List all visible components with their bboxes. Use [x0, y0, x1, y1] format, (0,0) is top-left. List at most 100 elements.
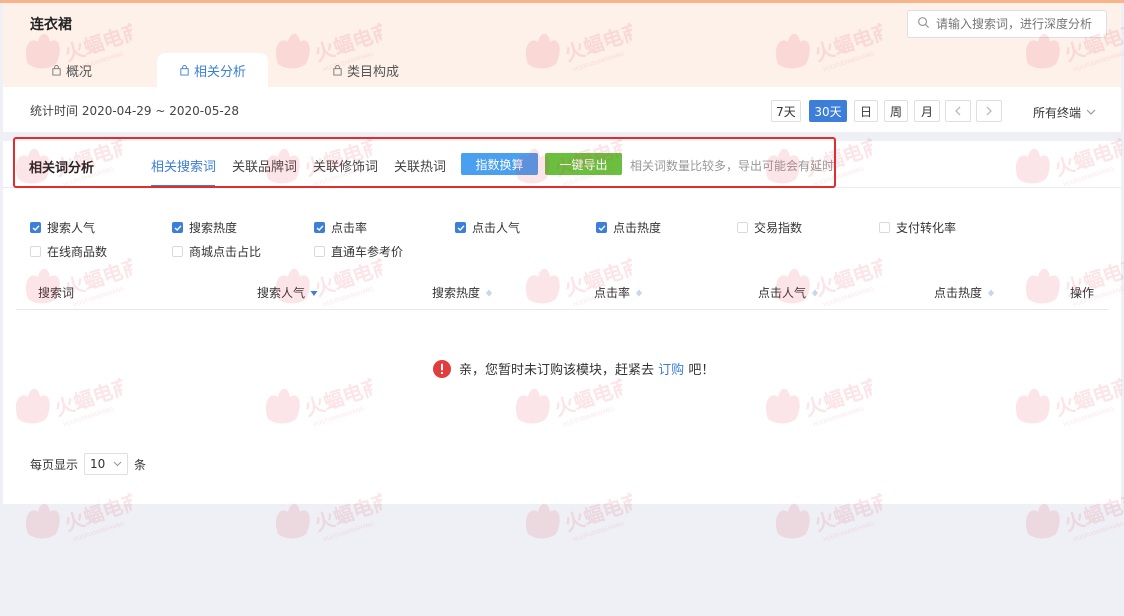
- metric-option[interactable]: 搜索热度: [172, 219, 237, 236]
- checkbox[interactable]: [737, 222, 748, 233]
- check-icon: [457, 224, 465, 231]
- next-period-button[interactable]: [976, 100, 1002, 122]
- empty-text-prefix: 亲，您暂时未订购该模块，赶紧去: [459, 363, 655, 378]
- sort-icon[interactable]: [485, 289, 493, 297]
- sort-icon[interactable]: [635, 289, 643, 297]
- metric-option[interactable]: 在线商品数: [30, 243, 107, 260]
- range-week-button[interactable]: 周: [884, 100, 908, 122]
- metric-label: 商城点击占比: [189, 245, 262, 259]
- column-label: 搜索人气: [257, 286, 306, 300]
- device-select-value: 所有终端: [1033, 106, 1082, 120]
- search-input[interactable]: [936, 14, 1104, 34]
- column-label: 点击人气: [758, 286, 807, 300]
- column-header-search-popularity[interactable]: 搜索人气: [257, 284, 318, 301]
- svg-text:HUOFUDIANSHANG: HUOFUDIANSHANG: [1073, 521, 1124, 543]
- column-label: 点击热度: [934, 286, 983, 300]
- page-size-unit: 条: [134, 457, 147, 472]
- metric-option[interactable]: 点击人气: [455, 219, 520, 236]
- page-size-label: 每页显示: [30, 457, 79, 472]
- metric-label: 交易指数: [754, 221, 803, 235]
- chevron-right-icon: [986, 106, 992, 116]
- checkbox[interactable]: [455, 222, 466, 233]
- checkbox[interactable]: [172, 246, 183, 257]
- index-convert-button[interactable]: 指数换算: [461, 153, 538, 175]
- page-size-select[interactable]: 10: [84, 453, 129, 475]
- search-box[interactable]: [907, 10, 1107, 38]
- active-subtab-underline: [151, 185, 215, 187]
- checkbox[interactable]: [314, 246, 325, 257]
- metric-option[interactable]: 支付转化率: [879, 219, 956, 236]
- metric-option[interactable]: 交易指数: [737, 219, 802, 236]
- metric-label: 在线商品数: [47, 245, 108, 259]
- bag-icon: [333, 64, 342, 76]
- page-header: 连衣裙 概况 相关分析 类目构成 统计时间 2020-04-29 ~ 2020-…: [3, 3, 1121, 132]
- metric-label: 支付转化率: [896, 221, 957, 235]
- tab-label: 相关分析: [194, 64, 247, 80]
- column-header-actions: 操作: [1070, 284, 1094, 301]
- page-size-value: 10: [90, 457, 106, 471]
- metric-option[interactable]: 商城点击占比: [172, 243, 261, 260]
- svg-text:HUOFUDIANSHANG: HUOFUDIANSHANG: [323, 521, 375, 543]
- column-label: 操作: [1070, 286, 1095, 300]
- metric-option[interactable]: 搜索人气: [30, 219, 95, 236]
- date-range-label: 统计时间 2020-04-29 ~ 2020-05-28: [30, 104, 239, 118]
- column-header-click-rate[interactable]: 点击率: [594, 284, 643, 301]
- metric-option[interactable]: 点击率: [314, 219, 367, 236]
- svg-text:HUOFUDIANSHANG: HUOFUDIANSHANG: [823, 521, 875, 543]
- checkbox[interactable]: [172, 222, 183, 233]
- export-note: 相关词数量比较多，导出可能会有延时: [630, 159, 834, 173]
- column-header-click-heat[interactable]: 点击热度: [934, 284, 995, 301]
- column-label: 搜索热度: [432, 286, 481, 300]
- tab-related-analysis[interactable]: 相关分析: [157, 53, 269, 87]
- date-row: 统计时间 2020-04-29 ~ 2020-05-28 7天 30天 日 周 …: [3, 87, 1121, 132]
- tab-label: 概况: [66, 64, 93, 80]
- pagination: 每页显示 10 条: [30, 453, 146, 475]
- subscribe-link[interactable]: 订购: [658, 363, 684, 378]
- prev-period-button[interactable]: [945, 100, 971, 122]
- subtab-modifier-words[interactable]: 关联修饰词: [313, 156, 378, 175]
- sort-icon[interactable]: [811, 289, 819, 297]
- subtab-hot-words[interactable]: 关联热词: [394, 156, 446, 175]
- range-30d-button[interactable]: 30天: [809, 100, 847, 122]
- bag-icon: [180, 64, 189, 76]
- table-header-divider: [16, 309, 1108, 310]
- svg-text:HUOFUDIANSHANG: HUOFUDIANSHANG: [573, 521, 625, 543]
- metric-label: 点击人气: [472, 221, 521, 235]
- tab-category-composition[interactable]: 类目构成: [332, 53, 399, 87]
- check-icon: [316, 224, 324, 231]
- empty-state-message: 亲，您暂时未订购该模块，赶紧去 订购 吧！: [433, 359, 714, 378]
- checkbox[interactable]: [314, 222, 325, 233]
- device-select[interactable]: 所有终端: [1033, 104, 1096, 121]
- error-icon: [433, 359, 451, 378]
- export-button[interactable]: 一键导出: [545, 153, 622, 175]
- check-icon: [32, 224, 40, 231]
- metric-option[interactable]: 点击热度: [596, 219, 661, 236]
- subtab-brand-words[interactable]: 关联品牌词: [232, 156, 297, 175]
- range-7d-button[interactable]: 7天: [771, 100, 801, 122]
- checkbox[interactable]: [30, 222, 41, 233]
- column-header-click-popularity[interactable]: 点击人气: [758, 284, 819, 301]
- column-header-search-heat[interactable]: 搜索热度: [432, 284, 493, 301]
- subtab-related-search-words[interactable]: 相关搜索词: [151, 156, 216, 175]
- related-words-panel: 相关词分析 相关搜索词 关联品牌词 关联修饰词 关联热词 指数换算 一键导出 相…: [3, 137, 1121, 504]
- metric-label: 搜索热度: [189, 221, 238, 235]
- checkbox[interactable]: [30, 246, 41, 257]
- metric-option[interactable]: 直通车参考价: [314, 243, 403, 260]
- column-label: 搜索词: [38, 286, 75, 300]
- range-day-button[interactable]: 日: [854, 100, 878, 122]
- sort-desc-icon[interactable]: [310, 289, 318, 297]
- metric-label: 直通车参考价: [331, 245, 404, 259]
- metric-label: 点击热度: [613, 221, 662, 235]
- range-month-button[interactable]: 月: [914, 100, 940, 122]
- section-header: 相关词分析 相关搜索词 关联品牌词 关联修饰词 关联热词 指数换算 一键导出 相…: [3, 141, 1121, 188]
- checkbox[interactable]: [596, 222, 607, 233]
- tab-overview[interactable]: 概况: [51, 53, 92, 87]
- checkbox[interactable]: [879, 222, 890, 233]
- search-icon: [918, 17, 930, 29]
- svg-text:HUOFUDIANSHANG: HUOFUDIANSHANG: [73, 521, 125, 543]
- column-header-keyword: 搜索词: [38, 284, 74, 301]
- check-icon: [174, 224, 182, 231]
- column-label: 点击率: [594, 286, 631, 300]
- chevron-down-icon: [113, 461, 122, 467]
- sort-icon[interactable]: [987, 289, 995, 297]
